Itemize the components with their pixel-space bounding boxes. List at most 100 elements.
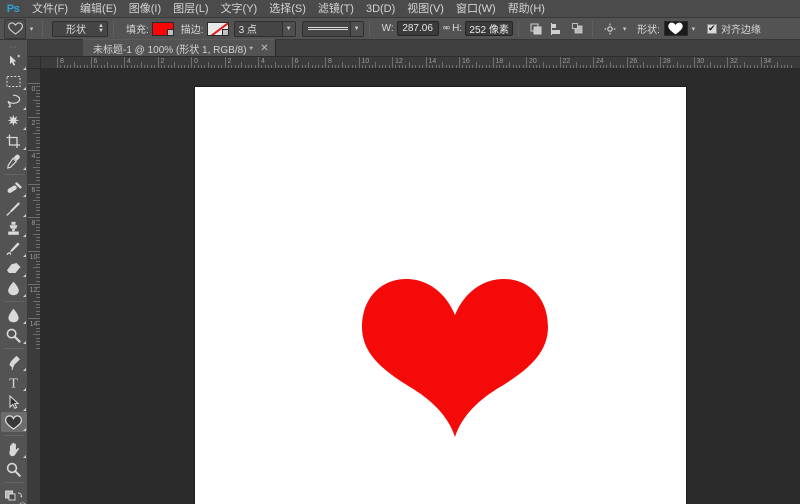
blur-tool[interactable]	[1, 305, 27, 325]
path-operations-icon[interactable]	[527, 20, 545, 38]
ruler-tick-minor	[710, 62, 711, 69]
link-dimensions-icon[interactable]: ⚮	[443, 23, 450, 34]
stroke-width-dropdown-icon[interactable]: ▼	[282, 22, 295, 36]
ruler-label: 34	[764, 58, 772, 65]
pen-tool[interactable]	[1, 352, 27, 372]
tool-submenu-indicator	[23, 368, 26, 371]
tools-divider	[4, 435, 24, 436]
menu-image[interactable]: 图像(I)	[123, 0, 167, 18]
close-icon[interactable]: ✕	[260, 43, 268, 54]
tool-submenu-indicator	[23, 321, 26, 324]
path-alignment-icon[interactable]	[548, 20, 566, 38]
menu-layer[interactable]: 图层(L)	[167, 0, 214, 18]
shape-preset-caret-icon[interactable]: ▾	[688, 19, 699, 39]
menu-edit[interactable]: 编辑(E)	[74, 0, 123, 18]
ruler-tick-major	[392, 57, 393, 69]
ruler-tick-minor	[375, 62, 376, 69]
canvas-workspace[interactable]	[41, 69, 800, 504]
gear-caret-icon[interactable]: ▾	[619, 19, 630, 39]
dodge-tool[interactable]	[1, 325, 27, 345]
ruler-tick-minor	[610, 62, 611, 69]
tools-divider	[4, 482, 24, 483]
tool-preset-caret-icon[interactable]: ▾	[26, 19, 37, 39]
ruler-tick-major	[493, 57, 494, 69]
tool-submenu-indicator	[23, 428, 26, 431]
custom-shape-tool[interactable]	[1, 412, 27, 432]
ruler-tick-minor	[777, 62, 778, 69]
stroke-width-field[interactable]: 3 点 ▼	[234, 21, 296, 37]
shape-mode-value: 形状	[56, 21, 96, 36]
ruler-tick-major	[627, 57, 628, 69]
gradient-tool[interactable]	[1, 278, 27, 298]
tool-submenu-indicator	[23, 234, 26, 237]
stroke-label: 描边:	[181, 21, 204, 36]
document-tab-bar: 未标题-1 @ 100% (形状 1, RGB/8) * ✕	[28, 40, 800, 57]
path-arrangement-icon[interactable]	[569, 20, 587, 38]
crop-tool[interactable]	[1, 131, 27, 151]
menu-select[interactable]: 选择(S)	[263, 0, 312, 18]
horizontal-ruler[interactable]: 86420246810121416182022242628303234	[41, 57, 800, 69]
ruler-tick-minor	[33, 200, 41, 201]
move-tool[interactable]	[1, 51, 27, 71]
ruler-tick-major	[292, 57, 293, 69]
clone-stamp-tool[interactable]	[1, 218, 27, 238]
align-edges-checkbox[interactable]: ✔	[707, 24, 717, 34]
hand-tool[interactable]	[1, 439, 27, 459]
ruler-tick-major	[258, 57, 259, 69]
tools-panel-grip[interactable]: ⋯	[0, 42, 27, 51]
ruler-tick-minor	[141, 62, 142, 69]
svg-text:T: T	[9, 377, 18, 390]
eyedropper-tool[interactable]	[1, 151, 27, 171]
tool-submenu-indicator	[23, 254, 26, 257]
menu-view[interactable]: 视图(V)	[401, 0, 450, 18]
ruler-label: 26	[630, 58, 638, 65]
ruler-tick-minor	[342, 62, 343, 69]
ruler-tick-major	[526, 57, 527, 69]
document-tab[interactable]: 未标题-1 @ 100% (形状 1, RGB/8) * ✕	[83, 39, 276, 56]
rectangular-marquee-tool[interactable]	[1, 71, 27, 91]
lasso-tool[interactable]	[1, 91, 27, 111]
options-divider	[592, 21, 593, 37]
tool-submenu-indicator	[23, 341, 26, 344]
history-brush-tool[interactable]	[1, 238, 27, 258]
menu-help[interactable]: 帮助(H)	[502, 0, 551, 18]
options-divider	[42, 21, 43, 37]
height-input[interactable]: 252 像素	[465, 21, 513, 36]
stroke-style-select[interactable]: ▼	[302, 21, 364, 37]
stroke-style-dropdown-icon[interactable]: ▼	[350, 22, 363, 36]
ruler-label: 16	[462, 58, 470, 65]
menu-file[interactable]: 文件(F)	[26, 0, 74, 18]
horizontal-type-tool[interactable]: T	[1, 372, 27, 392]
menu-3d[interactable]: 3D(D)	[360, 0, 401, 18]
ruler-tick-minor	[275, 62, 276, 69]
ruler-corner[interactable]	[28, 57, 41, 69]
menu-filter[interactable]: 滤镜(T)	[312, 0, 360, 18]
menu-bar: Ps 文件(F) 编辑(E) 图像(I) 图层(L) 文字(Y) 选择(S) 滤…	[0, 0, 800, 18]
vertical-ruler[interactable]: 02468101214	[28, 69, 41, 504]
ruler-label: 2	[228, 58, 232, 65]
zoom-tool[interactable]	[1, 459, 27, 479]
heart-shape-preset-thumbnail[interactable]	[664, 21, 688, 36]
document-canvas[interactable]	[195, 87, 686, 504]
path-selection-tool[interactable]	[1, 392, 27, 412]
brush-tool[interactable]	[1, 198, 27, 218]
ruler-tick-major	[91, 57, 92, 69]
stroke-color-swatch[interactable]	[207, 22, 229, 36]
swap-colors-icon[interactable]: ⤺	[17, 499, 27, 504]
fill-label: 填充:	[126, 21, 149, 36]
gear-icon[interactable]	[601, 20, 619, 38]
magic-wand-tool[interactable]	[1, 111, 27, 131]
width-input[interactable]: 287.06	[397, 21, 439, 36]
spot-healing-brush-tool[interactable]	[1, 178, 27, 198]
ruler-label: 8	[60, 58, 64, 65]
ruler-tick-minor	[643, 62, 644, 69]
ruler-tick-major	[28, 318, 41, 319]
heart-shape[interactable]	[360, 275, 550, 437]
shape-mode-select[interactable]: 形状 ▲▼	[52, 21, 108, 37]
custom-shape-tool-icon[interactable]	[4, 19, 26, 39]
eraser-tool[interactable]	[1, 258, 27, 278]
menu-type[interactable]: 文字(Y)	[215, 0, 264, 18]
tool-submenu-indicator	[23, 274, 26, 277]
menu-window[interactable]: 窗口(W)	[450, 0, 502, 18]
fill-color-swatch[interactable]	[152, 22, 174, 36]
